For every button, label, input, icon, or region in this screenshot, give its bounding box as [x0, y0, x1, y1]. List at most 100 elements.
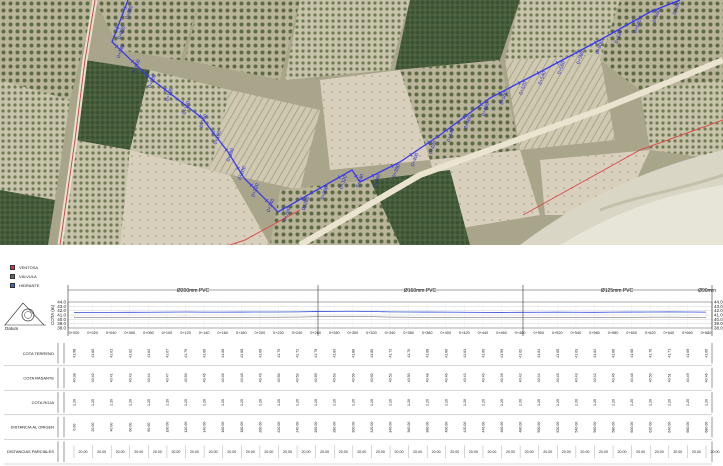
table-cell: 1.20 [407, 399, 411, 406]
table-cell: 1.20 [556, 399, 560, 406]
table-cell: 380.00 [426, 422, 430, 433]
data-table: COTA TERRENO 41.58 41.60 41.61 41.62 41.64 41.… [4, 343, 720, 465]
table-cell: 40.41 [110, 373, 114, 382]
table-row-label: COTA ROJA [32, 400, 55, 405]
chainage-label: 0+040 [106, 331, 117, 335]
chainage-label: 0+300 [347, 331, 358, 335]
table-cell: 40.44 [537, 373, 541, 382]
profile-chainages: 0+000 0+020 0+040 0+060 0+080 0+100 0+120 0+140… [69, 331, 712, 335]
pipe-section-icon: Datum [4, 302, 46, 331]
table-cell: 1.20 [147, 399, 151, 406]
table-cell: 41.80 [370, 349, 374, 358]
table-cell: 41.60 [481, 349, 485, 358]
table-cell: 1.20 [221, 399, 225, 406]
table-cell: 20.00 [432, 450, 441, 454]
table-cell: 1.20 [314, 399, 318, 406]
pipe-label: Ø160mm PVC [404, 288, 437, 294]
table-cell: 1.20 [240, 399, 244, 406]
table-cell: 1.20 [184, 399, 188, 406]
table-cell: 41.83 [333, 349, 337, 358]
table-cell: 240.00 [296, 422, 300, 433]
table-cell: 40.66 [351, 373, 355, 382]
chainage-label: 0+520 [552, 331, 563, 335]
table-cell: 40.42 [593, 373, 597, 382]
table-cell: 20.00 [357, 450, 366, 454]
table-cell: 41.68 [240, 349, 244, 358]
table-cell: 500.00 [537, 422, 541, 433]
table-cell: 40.59 [314, 373, 318, 382]
table-row-label: DISTANCIA AL ORIGEN [11, 425, 54, 430]
chainage-label: 0+640 [663, 331, 674, 335]
table-row-label: DISTANCIAS PARCIALES [7, 449, 54, 454]
table-cell: 1.20 [444, 399, 448, 406]
table-cell: 1.20 [574, 399, 578, 406]
table-cell: 40.50 [649, 373, 653, 382]
chainage-label: 0+600 [626, 331, 637, 335]
chainage-label: 0+380 [422, 331, 433, 335]
table-cell: 41.68 [630, 349, 634, 358]
table-cell: 20.00 [264, 450, 273, 454]
table-cell: 1.20 [389, 399, 393, 406]
table-cell: 1.20 [537, 399, 541, 406]
table-cell: 40.50 [184, 373, 188, 382]
table-cell: 1.20 [630, 399, 634, 406]
table-cell: 41.62 [128, 349, 132, 358]
table-cell: 140.00 [203, 422, 207, 433]
table-cell: 260.00 [314, 422, 318, 433]
table-cell: 300.00 [351, 422, 355, 433]
table-cell: 40.44 [147, 373, 151, 382]
table-cell: 400.00 [444, 422, 448, 433]
table-row-label: COTA TERRENO [23, 351, 54, 356]
table-cell: 20.00 [227, 450, 236, 454]
table-cell: 20.00 [209, 450, 218, 454]
table-cell: 1.20 [649, 399, 653, 406]
table-cell: 20.00 [302, 450, 311, 454]
table-cell: 41.65 [556, 349, 560, 358]
table-cell: 40.46 [203, 373, 207, 382]
chainage-label: 0+140 [199, 331, 210, 335]
table-cell: 20.00 [246, 450, 255, 454]
table-cell: 20.00 [413, 450, 422, 454]
table-cell: 41.70 [184, 349, 188, 358]
table-cell: 1.20 [686, 399, 690, 406]
table-cell: 20.00 [116, 450, 125, 454]
table-cell: 40.48 [630, 373, 634, 382]
table-row-label: COTA RASANTE [23, 375, 54, 380]
chainage-label: 0+260 [310, 331, 321, 335]
table-cell: 1.20 [110, 399, 114, 406]
table-cell: 0.00 [73, 424, 77, 431]
table-cell: 20.00 [376, 450, 385, 454]
chainage-label: 0+660 [682, 331, 693, 335]
table-cell: 420.00 [463, 422, 467, 433]
table-cell: 20.00 [283, 450, 292, 454]
chainage-label: 0+100 [162, 331, 173, 335]
table-cell: 1.20 [463, 399, 467, 406]
table-cell: 1.20 [593, 399, 597, 406]
longitudinal-profile: Datum 44.0 44.043.0 43.042.0 42.041.0 41.040… [4, 285, 723, 336]
table-cell: 40.40 [481, 373, 485, 382]
chainage-label: 0+020 [87, 331, 98, 335]
table-cell: 440.00 [481, 422, 485, 433]
table-cell: 20.00 [487, 450, 496, 454]
table-cell: 20.00 [91, 423, 95, 432]
table-cell: 40.47 [165, 373, 169, 382]
table-cell: 620.00 [649, 422, 653, 433]
table-cell: 20.00 [580, 450, 589, 454]
table-cell: 20.00 [636, 450, 645, 454]
table-cell: 20.00 [599, 450, 608, 454]
table-cell: 340.00 [389, 422, 393, 433]
table-cell: 20.00 [395, 450, 404, 454]
table-cell: 20.00 [190, 450, 199, 454]
table-cell: 1.20 [165, 399, 169, 406]
chainage-label: 0+560 [589, 331, 600, 335]
table-cell: 41.68 [426, 349, 430, 358]
table-cell: 40.52 [296, 373, 300, 382]
chainage-label: 0+580 [608, 331, 619, 335]
table-cell: 20.00 [506, 450, 515, 454]
chainage-label: 0+280 [329, 331, 340, 335]
table-cell: 320.00 [370, 422, 374, 433]
table-cell: 41.58 [73, 349, 77, 358]
chainage-label: 0+440 [478, 331, 489, 335]
table-cell: 660.00 [686, 422, 690, 433]
y-tick-label: 38.0 [57, 326, 66, 331]
